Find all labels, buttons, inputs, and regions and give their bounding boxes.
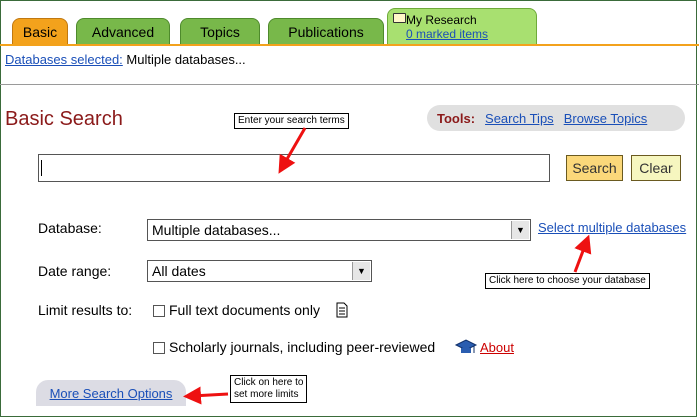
text-cursor (41, 160, 42, 176)
databases-selected-line: Databases selected: Multiple databases..… (5, 52, 246, 67)
folder-icon (393, 13, 406, 23)
more-search-options-tab[interactable]: More Search Options (36, 380, 186, 406)
callout-choose-database: Click here to choose your database (485, 273, 650, 289)
clear-button[interactable]: Clear (631, 155, 681, 181)
divider (0, 84, 699, 85)
callout-search-terms: Enter your search terms (234, 113, 349, 129)
more-search-options-link[interactable]: More Search Options (50, 386, 173, 401)
tab-topics[interactable]: Topics (180, 18, 260, 44)
page-title: Basic Search (5, 108, 123, 130)
tab-advanced[interactable]: Advanced (76, 18, 170, 44)
about-link[interactable]: About (480, 340, 514, 355)
tab-publications[interactable]: Publications (268, 18, 384, 44)
date-range-select-value: All dates (152, 263, 206, 279)
search-input[interactable] (38, 154, 550, 182)
callout-more-limits: Click on here to set more limits (230, 375, 308, 403)
scholarly-checkbox[interactable] (153, 342, 165, 354)
database-label: Database: (38, 220, 102, 236)
search-button[interactable]: Search (566, 155, 623, 181)
research-tab-label: My Research (406, 12, 477, 27)
full-text-label: Full text documents only (169, 302, 320, 318)
search-tips-link[interactable]: Search Tips (485, 111, 554, 126)
chevron-down-icon[interactable]: ▼ (352, 262, 370, 280)
document-icon (336, 302, 348, 318)
chevron-down-icon[interactable]: ▼ (511, 221, 529, 239)
limit-results-label: Limit results to: (38, 302, 133, 318)
callout-more-limits-line2: set more limits (234, 389, 299, 400)
tools-label: Tools: (437, 110, 476, 126)
marked-items-link[interactable]: 0 marked items (406, 27, 488, 41)
select-multiple-databases-link[interactable]: Select multiple databases (538, 220, 686, 235)
tools-bar: Tools: Search Tips Browse Topics (427, 105, 685, 131)
callout-more-limits-line1: Click on here to (234, 377, 304, 388)
date-range-select[interactable]: All dates ▼ (147, 260, 372, 282)
tab-basic[interactable]: Basic (12, 18, 68, 44)
full-text-checkbox[interactable] (153, 305, 165, 317)
tab-underline (0, 44, 699, 46)
date-range-label: Date range: (38, 263, 112, 279)
tab-my-research[interactable]: My Research 0 marked items (387, 8, 537, 44)
scholarly-label: Scholarly journals, including peer-revie… (169, 339, 436, 355)
databases-selected-link[interactable]: Databases selected: (5, 52, 123, 67)
database-select-value: Multiple databases... (152, 222, 281, 238)
databases-selected-value: Multiple databases... (126, 52, 246, 67)
database-select[interactable]: Multiple databases... ▼ (147, 219, 531, 241)
browse-topics-link[interactable]: Browse Topics (564, 111, 648, 126)
graduation-cap-icon (454, 339, 478, 353)
